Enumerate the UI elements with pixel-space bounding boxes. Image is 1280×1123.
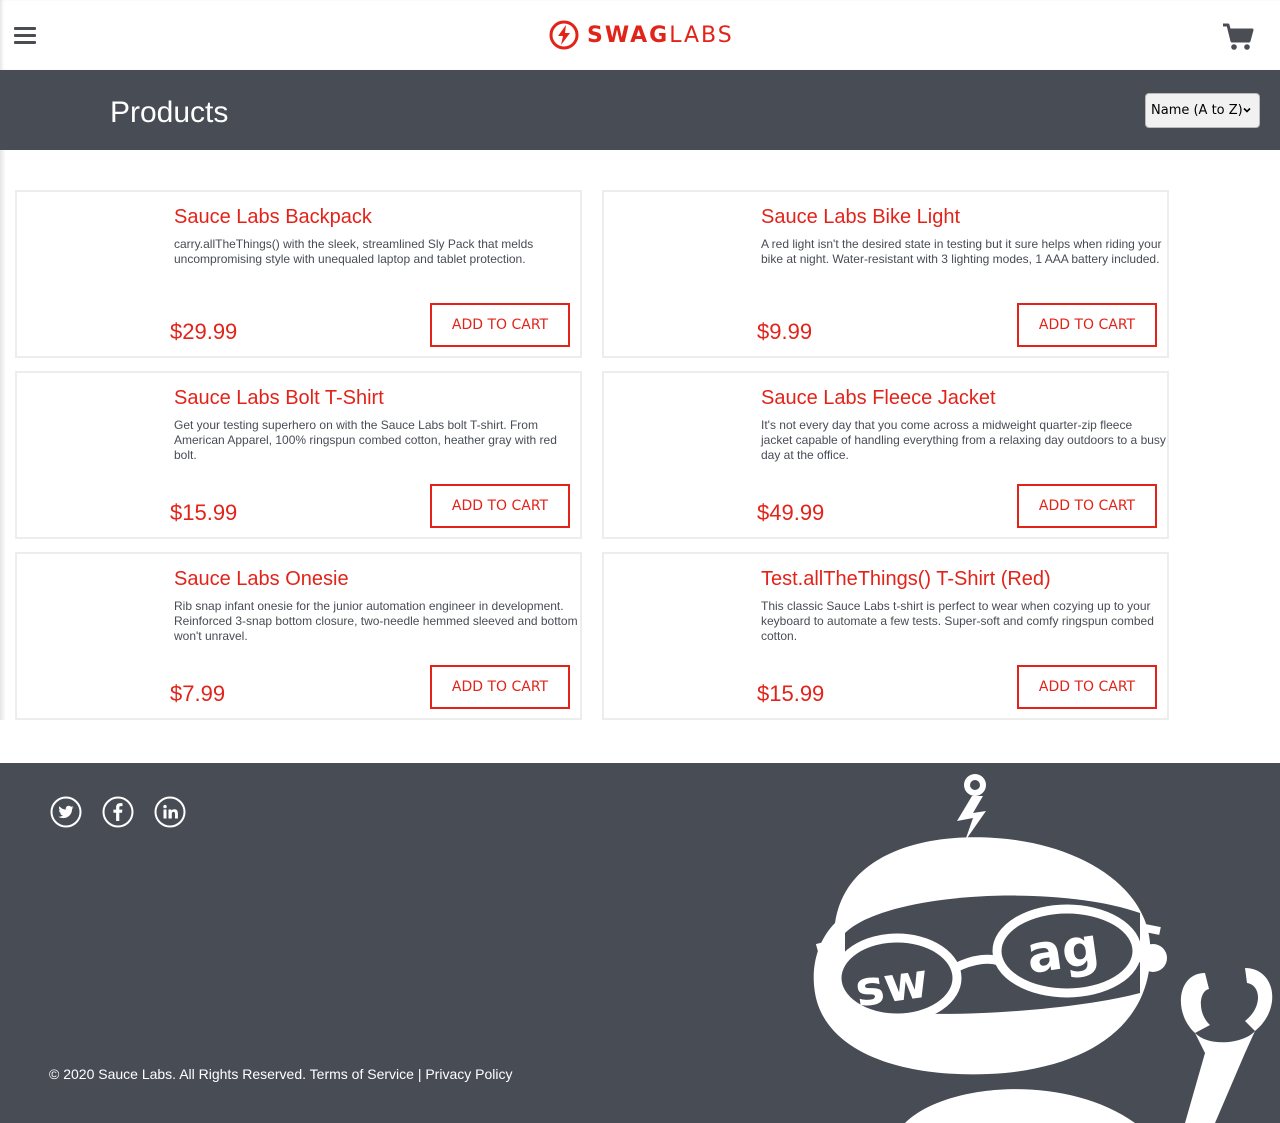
item-price: $49.99 xyxy=(757,500,825,525)
inventory-item: Test.allTheThings() T-Shirt (Red) This c… xyxy=(602,552,1169,720)
swag-robot-illustration: sw ag xyxy=(813,774,1273,1123)
left-shadow xyxy=(0,150,6,720)
item-price: $9.99 xyxy=(757,319,813,344)
item-name-link[interactable]: Test.allTheThings() T-Shirt (Red) xyxy=(761,568,1051,591)
logo-text: SWAGLABS xyxy=(587,22,734,48)
linkedin-icon[interactable] xyxy=(154,796,186,828)
sort-selected-label: Name (A to Z) xyxy=(1151,103,1243,118)
shopping-cart-icon[interactable] xyxy=(1222,22,1254,52)
twitter-icon[interactable] xyxy=(50,796,82,828)
inventory-item: Sauce Labs Bolt T-Shirt Get your testing… xyxy=(15,371,582,539)
inventory-item: Sauce Labs Onesie Rib snap infant onesie… xyxy=(15,552,582,720)
item-price: $7.99 xyxy=(170,681,226,706)
privacy-policy-link[interactable]: Privacy Policy xyxy=(425,1066,512,1082)
item-description: A red light isn't the desired state in t… xyxy=(761,237,1162,266)
item-description: Rib snap infant onesie for the junior au… xyxy=(174,599,578,643)
item-description: It's not every day that you come across … xyxy=(761,418,1166,462)
add-to-cart-button[interactable]: ADD TO CART xyxy=(430,665,570,709)
inventory-item: Sauce Labs Bike Light A red light isn't … xyxy=(602,190,1169,358)
page-title: Products xyxy=(110,96,229,129)
item-name-link[interactable]: Sauce Labs Onesie xyxy=(174,568,349,591)
footer: © 2020 Sauce Labs. All Rights Reserved. … xyxy=(0,763,1280,1123)
item-price: $15.99 xyxy=(757,681,825,706)
item-price: $15.99 xyxy=(170,500,238,525)
item-description: Get your testing superhero on with the S… xyxy=(174,418,557,462)
app-header: SWAGLABS xyxy=(0,0,1280,70)
chevron-down-icon xyxy=(1243,107,1251,113)
hamburger-menu-icon[interactable] xyxy=(14,27,36,47)
item-name-link[interactable]: Sauce Labs Bolt T-Shirt xyxy=(174,387,384,410)
item-price: $29.99 xyxy=(170,319,238,344)
item-description: carry.allTheThings() with the sleek, str… xyxy=(174,237,534,266)
bolt-logo-icon xyxy=(549,20,579,50)
footer-separator: | xyxy=(417,1066,422,1082)
add-to-cart-button[interactable]: ADD TO CART xyxy=(1017,303,1157,347)
svg-text:ag: ag xyxy=(1023,917,1103,986)
inventory-item: Sauce Labs Backpack carry.allTheThings()… xyxy=(15,190,582,358)
item-description: This classic Sauce Labs t-shirt is perfe… xyxy=(761,599,1154,643)
sort-select[interactable]: Name (A to Z) xyxy=(1145,93,1260,128)
add-to-cart-button[interactable]: ADD TO CART xyxy=(430,484,570,528)
item-name-link[interactable]: Sauce Labs Backpack xyxy=(174,206,372,229)
add-to-cart-button[interactable]: ADD TO CART xyxy=(1017,665,1157,709)
app-logo: SWAGLABS xyxy=(549,20,734,50)
copyright-text: © 2020 Sauce Labs. All Rights Reserved. xyxy=(49,1066,307,1082)
add-to-cart-button[interactable]: ADD TO CART xyxy=(1017,484,1157,528)
facebook-icon[interactable] xyxy=(102,796,134,828)
footer-copyright: © 2020 Sauce Labs. All Rights Reserved. … xyxy=(49,1066,512,1082)
svg-text:sw: sw xyxy=(852,953,932,1019)
inventory-item: Sauce Labs Fleece Jacket It's not every … xyxy=(602,371,1169,539)
add-to-cart-button[interactable]: ADD TO CART xyxy=(430,303,570,347)
item-name-link[interactable]: Sauce Labs Bike Light xyxy=(761,206,960,229)
terms-of-service-link[interactable]: Terms of Service xyxy=(310,1066,414,1082)
item-name-link[interactable]: Sauce Labs Fleece Jacket xyxy=(761,387,996,410)
